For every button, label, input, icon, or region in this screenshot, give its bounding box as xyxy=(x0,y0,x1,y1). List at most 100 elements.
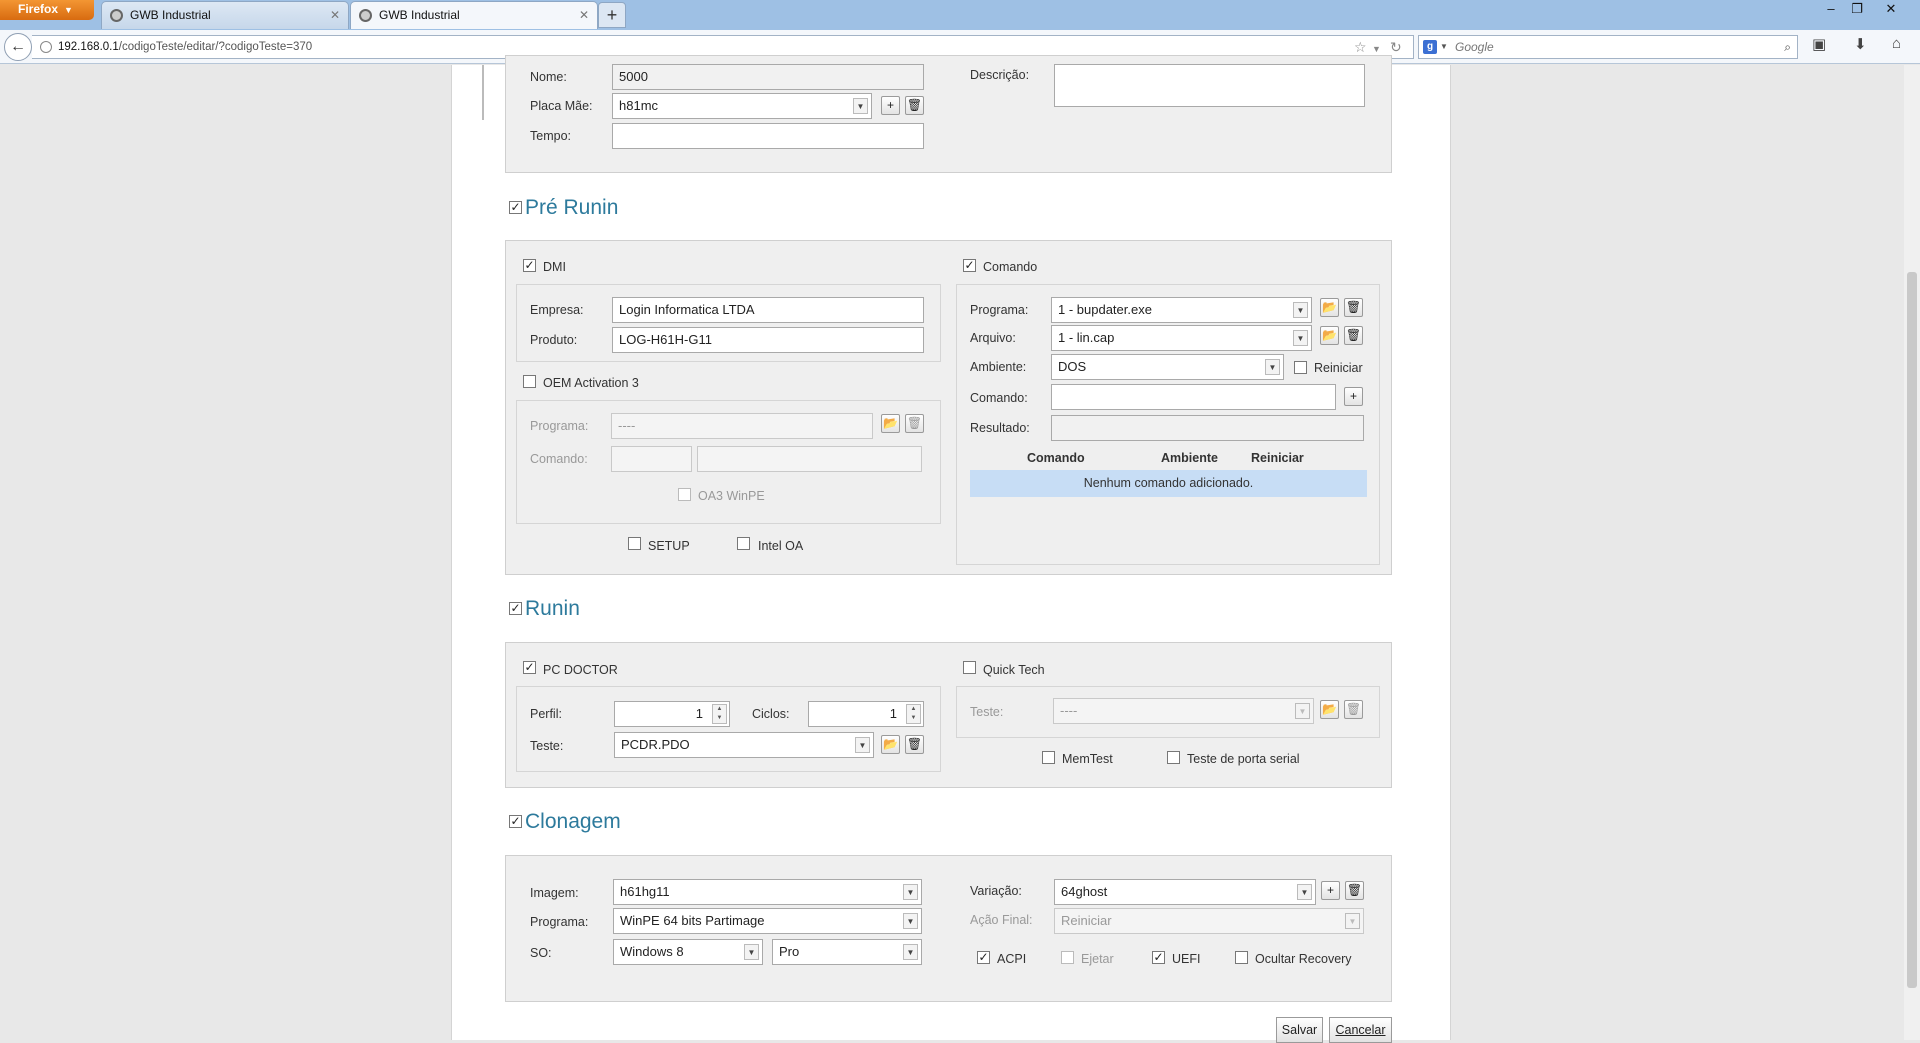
clonagem-programa-value: WinPE 64 bits Partimage xyxy=(620,913,765,928)
comando-column-header[interactable]: Comando xyxy=(1027,451,1085,465)
quick-tech-delete-button[interactable]: 🗑 xyxy=(1344,700,1363,719)
tab-title: GWB Industrial xyxy=(130,8,211,22)
reiniciar-checkbox[interactable] xyxy=(1294,361,1307,374)
search-input[interactable]: g ▼ Google ⌕ xyxy=(1418,35,1798,59)
acao-final-select[interactable]: Reiniciar ▼ xyxy=(1054,908,1364,934)
programa-open-button[interactable]: 📂 xyxy=(1320,298,1339,317)
ejetar-checkbox[interactable] xyxy=(1061,951,1074,964)
comando-input-label: Comando: xyxy=(970,391,1028,405)
teste-delete-button[interactable]: 🗑 xyxy=(905,735,924,754)
programa-select[interactable]: 1 - bupdater.exe ▼ xyxy=(1051,297,1312,323)
serial-port-checkbox[interactable] xyxy=(1167,751,1180,764)
oem-open-button[interactable]: 📂 xyxy=(881,414,900,433)
delete-variacao-button[interactable]: 🗑 xyxy=(1345,881,1364,900)
so-value: Windows 8 xyxy=(620,944,684,959)
new-tab-button[interactable]: + xyxy=(598,2,626,28)
nome-field[interactable]: 5000 xyxy=(612,64,924,90)
perfil-stepper[interactable]: 1 ▲ ▼ xyxy=(614,701,730,727)
scrollbar[interactable] xyxy=(1904,65,1920,1040)
ambiente-select[interactable]: DOS ▼ xyxy=(1051,354,1284,380)
pc-doctor-label: PC DOCTOR xyxy=(543,663,618,677)
arquivo-select[interactable]: 1 - lin.cap ▼ xyxy=(1051,325,1312,351)
oem-comando-field-2[interactable] xyxy=(697,446,922,472)
quick-tech-teste-select[interactable]: ---- ▼ xyxy=(1053,698,1314,724)
search-icon[interactable]: ⌕ xyxy=(1784,36,1791,58)
scrollbar-thumb[interactable] xyxy=(1907,272,1917,988)
setup-checkbox[interactable] xyxy=(628,537,641,550)
dmi-checkbox[interactable]: ✓ xyxy=(523,259,536,272)
browser-tab-active[interactable]: GWB Industrial ✕ xyxy=(350,1,598,29)
download-icon[interactable]: ⬇ xyxy=(1854,35,1867,53)
oa3-winpe-checkbox[interactable] xyxy=(678,488,691,501)
restore-icon[interactable]: ❐ xyxy=(1846,0,1868,20)
reiniciar-column-header[interactable]: Reiniciar xyxy=(1251,451,1304,465)
browser-tab[interactable]: GWB Industrial ✕ xyxy=(101,1,349,29)
arquivo-delete-button[interactable]: 🗑 xyxy=(1344,326,1363,345)
close-window-icon[interactable]: ✕ xyxy=(1880,0,1902,20)
add-placa-button[interactable]: + xyxy=(881,96,900,115)
acpi-checkbox[interactable]: ✓ xyxy=(977,951,990,964)
imagem-select[interactable]: h61hg11 ▼ xyxy=(613,879,922,905)
placa-mae-select[interactable]: h81mc ▼ xyxy=(612,93,872,119)
close-tab-icon[interactable]: ✕ xyxy=(579,2,589,29)
memtest-checkbox[interactable] xyxy=(1042,751,1055,764)
chevron-down-icon: ▼ xyxy=(1293,302,1308,318)
arquivo-label: Arquivo: xyxy=(970,331,1016,345)
tempo-label: Tempo: xyxy=(530,129,571,143)
intel-oa-checkbox[interactable] xyxy=(737,537,750,550)
oem-delete-button[interactable]: 🗑 xyxy=(905,414,924,433)
comando-input[interactable] xyxy=(1051,384,1336,410)
salvar-button[interactable]: Salvar xyxy=(1276,1017,1323,1043)
uefi-label: UEFI xyxy=(1172,952,1201,966)
minimize-icon[interactable]: – xyxy=(1820,0,1842,20)
teste-open-button[interactable]: 📂 xyxy=(881,735,900,754)
trash-icon: 🗑 xyxy=(906,737,923,751)
ciclos-stepper[interactable]: 1 ▲ ▼ xyxy=(808,701,924,727)
uefi-checkbox[interactable]: ✓ xyxy=(1152,951,1165,964)
chevron-down-icon: ▼ xyxy=(853,98,868,114)
stepper-arrows-icon[interactable]: ▲ ▼ xyxy=(712,704,727,724)
tempo-field[interactable] xyxy=(612,123,924,149)
teste-label: Teste: xyxy=(530,739,564,753)
add-comando-button[interactable]: + xyxy=(1344,387,1363,406)
pc-doctor-checkbox[interactable]: ✓ xyxy=(523,661,536,674)
runin-checkbox[interactable]: ✓ xyxy=(509,602,522,615)
variacao-select[interactable]: 64ghost ▼ xyxy=(1054,879,1316,905)
home-icon[interactable]: ⌂ xyxy=(1892,35,1901,52)
clonagem-programa-select[interactable]: WinPE 64 bits Partimage ▼ xyxy=(613,908,922,934)
produto-field[interactable]: LOG-H61H-G11 xyxy=(612,327,924,353)
ocultar-recovery-checkbox[interactable] xyxy=(1235,951,1248,964)
ambiente-column-header[interactable]: Ambiente xyxy=(1161,451,1218,465)
so-select[interactable]: Windows 8 ▼ xyxy=(613,939,763,965)
stepper-arrows-icon[interactable]: ▲ ▼ xyxy=(906,704,921,724)
oem-comando-field-1[interactable] xyxy=(611,446,692,472)
descricao-textarea[interactable] xyxy=(1054,64,1365,107)
quick-tech-open-button[interactable]: 📂 xyxy=(1320,700,1339,719)
cancelar-button[interactable]: Cancelar xyxy=(1329,1017,1392,1043)
intel-oa-label: Intel OA xyxy=(758,539,804,553)
ocultar-recovery-label: Ocultar Recovery xyxy=(1255,952,1352,966)
oem-programa-field[interactable]: ---- xyxy=(611,413,873,439)
teste-select[interactable]: PCDR.PDO ▼ xyxy=(614,732,874,758)
trash-icon: 🗑 xyxy=(1345,300,1362,314)
pre-runin-checkbox[interactable]: ✓ xyxy=(509,201,522,214)
oem-activation-checkbox[interactable] xyxy=(523,375,536,388)
close-tab-icon[interactable]: ✕ xyxy=(330,2,340,29)
ambiente-value: DOS xyxy=(1058,359,1087,374)
chevron-down-icon: ▼ xyxy=(1345,913,1360,929)
arquivo-open-button[interactable]: 📂 xyxy=(1320,326,1339,345)
programa-delete-button[interactable]: 🗑 xyxy=(1344,298,1363,317)
descricao-label: Descrição: xyxy=(970,68,1030,82)
tab-title: GWB Industrial xyxy=(379,8,460,22)
folder-open-icon: 📂 xyxy=(1322,300,1337,314)
add-variacao-button[interactable]: + xyxy=(1321,881,1340,900)
bookmarks-icon[interactable]: ▣ xyxy=(1812,35,1826,53)
firefox-menu-button[interactable]: Firefox ▼ xyxy=(0,0,94,20)
comando-checkbox[interactable]: ✓ xyxy=(963,259,976,272)
clonagem-checkbox[interactable]: ✓ xyxy=(509,815,522,828)
back-button[interactable]: ← xyxy=(4,33,32,61)
quick-tech-checkbox[interactable] xyxy=(963,661,976,674)
empresa-field[interactable]: Login Informatica LTDA xyxy=(612,297,924,323)
edicao-select[interactable]: Pro ▼ xyxy=(772,939,922,965)
delete-placa-button[interactable]: 🗑 xyxy=(905,96,924,115)
